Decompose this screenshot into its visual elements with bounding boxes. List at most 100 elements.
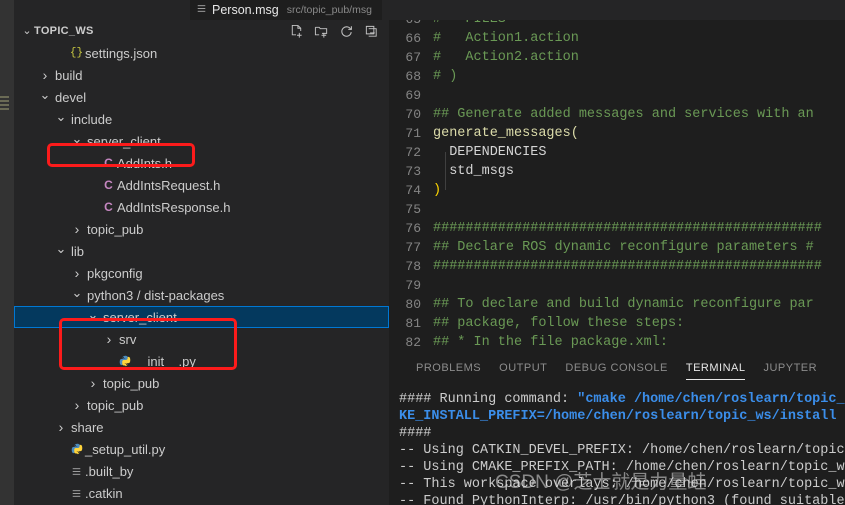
tree-row[interactable]: › pkgconfig (14, 262, 389, 284)
line-number: 68 (405, 69, 421, 84)
chevron-down-icon[interactable]: ⌄ (20, 25, 34, 37)
code-line: 76 ######################################… (389, 219, 845, 238)
tree-row-label: include (71, 111, 113, 127)
chevron-down-icon[interactable]: ⌄ (86, 307, 100, 323)
chevron-down-icon[interactable]: ⌄ (54, 241, 68, 257)
tree-row-label: server_client (87, 133, 161, 149)
tree-row-label: AddIntsRequest.h (117, 177, 221, 193)
terminal-line: -- Found PythonInterp: /usr/bin/python3 … (399, 493, 845, 505)
tree-row[interactable]: ⌄ python3 / dist-packages (14, 284, 389, 306)
chevron-right-icon[interactable]: › (102, 331, 116, 347)
code-editor[interactable]: 64# add_action_files(65# FILES66# Action… (389, 0, 845, 353)
tree-row[interactable]: › share (14, 416, 389, 438)
tree-row[interactable]: .built_by (14, 460, 389, 482)
panel-tab-terminal[interactable]: TERMINAL (677, 353, 755, 383)
tree-row-label: lib (71, 243, 85, 259)
tree-row-label: topic_pub (87, 221, 144, 237)
code-text: # ) (433, 69, 458, 84)
indent-guide (445, 171, 446, 190)
activity-bar (0, 0, 14, 505)
terminal-line: #### Running command: "cmake /home/chen/… (399, 391, 845, 408)
chevron-right-icon[interactable]: › (70, 221, 84, 237)
chevron-down-icon[interactable]: ⌄ (54, 109, 68, 125)
tree-row-label: pkgconfig (87, 265, 143, 281)
tree-row-label: topic_pub (103, 375, 160, 391)
line-number: 69 (405, 88, 421, 103)
tree-row[interactable]: _setup_util.py (14, 438, 389, 460)
tree-row-label: srv (119, 331, 137, 347)
editor-tab-person-msg[interactable]: Person.msg src/topic_pub/msg (190, 0, 382, 20)
panel-tab-debug-console[interactable]: DEBUG CONSOLE (556, 353, 676, 383)
text-file-icon (68, 488, 85, 499)
line-number: 79 (405, 278, 421, 293)
tree-row[interactable]: C AddInts.h (14, 152, 389, 174)
tree-row[interactable]: ⌄ server_client (14, 306, 389, 328)
tree-row[interactable]: ⌄ server_client (14, 130, 389, 152)
code-text: ## To declare and build dynamic reconfig… (433, 297, 814, 312)
code-line: 72 DEPENDENCIES (389, 143, 845, 162)
line-number: 81 (405, 316, 421, 331)
chevron-down-icon[interactable]: ⌄ (70, 131, 84, 147)
tree-row[interactable]: .catkin (14, 482, 389, 504)
tree-row[interactable]: › topic_pub (14, 218, 389, 240)
tree-row-label: .built_by (85, 463, 134, 479)
code-line: 82 ## * In the file package.xml: (389, 333, 845, 352)
panel-tabs[interactable]: PROBLEMS OUTPUT DEBUG CONSOLE TERMINAL JUPYT… (389, 353, 845, 383)
panel-tab-problems[interactable]: PROBLEMS (407, 353, 490, 383)
code-text: # Action2.action (433, 50, 579, 65)
tree-row[interactable]: › topic_pub (14, 372, 389, 394)
file-tree[interactable]: {} settings.json › build ⌄ devel ⌄ include ⌄ serv… (14, 42, 389, 505)
terminal-text: #### Running command: (399, 392, 578, 407)
terminal-line: -- Using CMAKE_PREFIX_PATH: /home/chen/r… (399, 459, 845, 476)
tree-row[interactable]: __init__.py (14, 350, 389, 372)
terminal-accent-text: KE_INSTALL_PREFIX=/home/chen/roslearn/to… (399, 409, 837, 424)
line-number: 76 (405, 221, 421, 236)
code-text: ########################################… (433, 259, 822, 274)
code-line: 68 # ) (389, 67, 845, 86)
editor-tabs-bar: Person.msg src/topic_pub/msg (14, 0, 845, 20)
line-number: 75 (405, 202, 421, 217)
chevron-right-icon[interactable]: › (54, 419, 68, 435)
explorer-sidebar: ⌄ TOPIC_WS {} settings.json › build ⌄ de… (14, 0, 389, 505)
tree-row[interactable]: {} settings.json (14, 42, 389, 64)
tree-row[interactable]: › topic_pub (14, 394, 389, 416)
tree-row[interactable]: ⌄ devel (14, 86, 389, 108)
new-file-icon[interactable] (289, 24, 304, 39)
tree-row-label: devel (55, 89, 87, 105)
tree-row[interactable]: ⌄ include (14, 108, 389, 130)
code-line: 67 # Action2.action (389, 48, 845, 67)
vscode-window: ⌄ TOPIC_WS {} settings.json › build ⌄ de… (0, 0, 845, 505)
chevron-down-icon[interactable]: ⌄ (70, 285, 84, 301)
tree-row-label: AddInts.h (117, 155, 172, 171)
line-number: 77 (405, 240, 421, 255)
chevron-right-icon[interactable]: › (70, 265, 84, 281)
tree-row-label: build (55, 67, 83, 83)
tree-row[interactable]: ⌄ lib (14, 240, 389, 262)
chevron-right-icon[interactable]: › (70, 397, 84, 413)
refresh-icon[interactable] (339, 24, 354, 39)
code-text: # Action1.action (433, 31, 579, 46)
line-number: 67 (405, 50, 421, 65)
line-number: 74 (405, 183, 421, 198)
tree-row[interactable]: C AddIntsRequest.h (14, 174, 389, 196)
panel-tab-jupyter[interactable]: JUPYTER (754, 353, 826, 383)
collapse-all-icon[interactable] (364, 24, 379, 39)
explorer-section-header[interactable]: ⌄ TOPIC_WS (14, 20, 389, 42)
panel-tab-output[interactable]: OUTPUT (490, 353, 556, 383)
terminal-text: #### (399, 426, 432, 441)
tree-row[interactable]: › build (14, 64, 389, 86)
chevron-right-icon[interactable]: › (86, 375, 100, 391)
terminal-output[interactable]: #### Running command: "cmake /home/chen/… (389, 383, 845, 505)
tree-row[interactable]: › srv (14, 328, 389, 350)
python-file-icon (68, 443, 85, 455)
terminal-text: -- This workspace overlays: /home/chen/r… (399, 477, 845, 492)
tree-row[interactable]: C AddIntsResponse.h (14, 196, 389, 218)
line-number: 71 (405, 126, 421, 141)
json-file-icon: {} (69, 46, 84, 59)
new-folder-icon[interactable] (314, 24, 329, 39)
explorer-icon[interactable] (0, 96, 9, 110)
chevron-down-icon[interactable]: ⌄ (38, 87, 52, 103)
line-number: 80 (405, 297, 421, 312)
chevron-right-icon[interactable]: › (38, 67, 52, 83)
terminal-accent-text: "cmake /home/chen/roslearn/topic_ (577, 392, 845, 407)
